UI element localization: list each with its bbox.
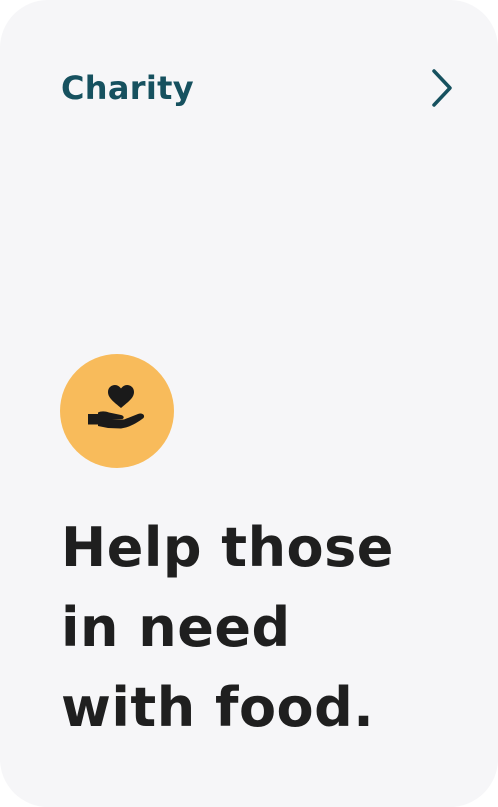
card-header: Charity xyxy=(61,64,456,112)
chevron-right-icon[interactable] xyxy=(428,66,456,110)
headline-line-3: with food. xyxy=(61,676,375,739)
charity-badge xyxy=(60,354,174,468)
headline: Help those in need with food. xyxy=(61,508,481,748)
card-title: Charity xyxy=(61,69,194,107)
headline-line-1: Help those xyxy=(61,516,394,579)
charity-card[interactable]: Charity Help those in need with food. xyxy=(0,0,498,807)
heart-in-hand-icon xyxy=(86,384,148,438)
headline-line-2: in need xyxy=(61,596,291,659)
